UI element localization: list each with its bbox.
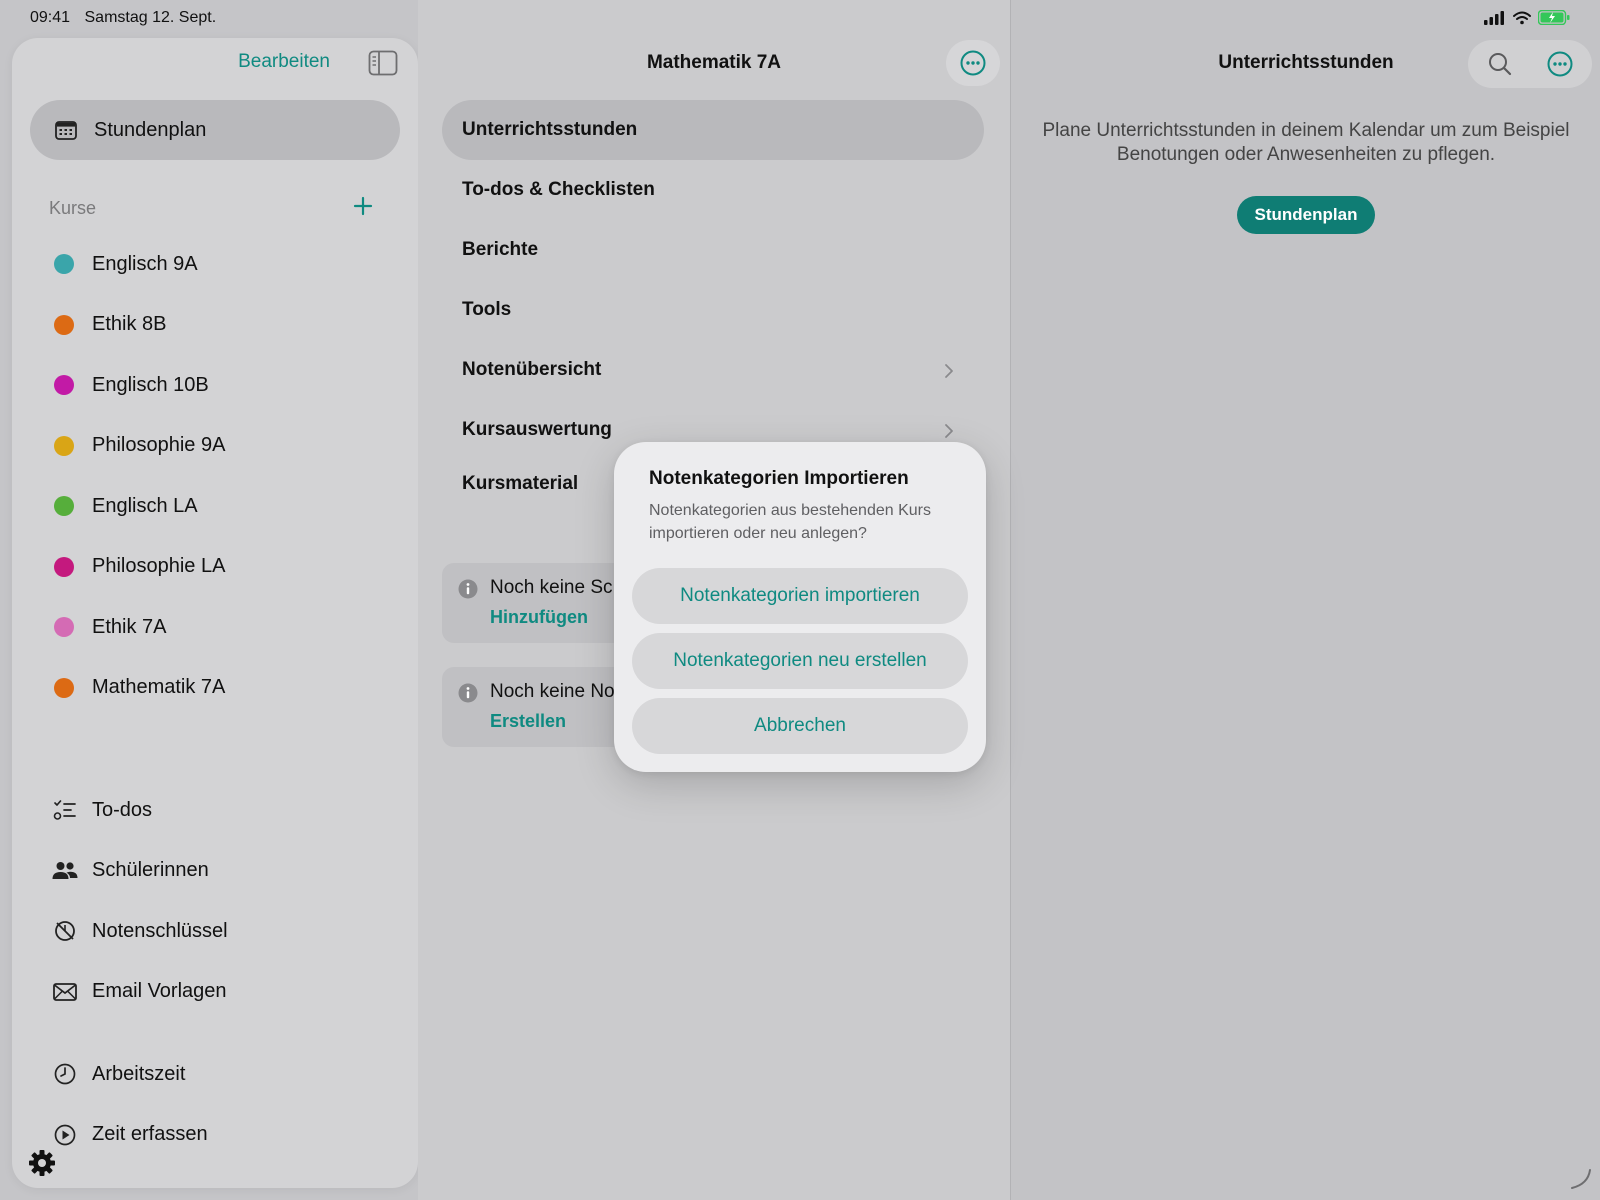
- sidebar-header: Bearbeiten: [12, 38, 418, 88]
- lessons-panel: Unterrichtsstunden Plane Unterrichtsstun…: [1010, 0, 1600, 1200]
- sidebar-item-course[interactable]: Englisch 10B: [12, 355, 418, 416]
- dialog-title: Notenkategorien Importieren: [649, 468, 909, 489]
- course-label: Philosophie LA: [92, 555, 226, 578]
- menu-item-course-material[interactable]: Kursmaterial: [462, 473, 578, 495]
- course-label: Ethik 7A: [92, 615, 167, 638]
- time-tool-list: Arbeitszeit Zeit erfassen: [12, 1044, 418, 1165]
- course-color-dot: [54, 617, 74, 638]
- course-color-dot: [54, 435, 74, 456]
- sidebar: Bearbeiten Stundenplan Kurse Englisch 9A…: [12, 38, 418, 1188]
- schedule-button[interactable]: Stundenplan: [1237, 196, 1375, 234]
- ellipsis-circle-icon[interactable]: [1546, 50, 1574, 78]
- sidebar-item-label: Arbeitszeit: [92, 1062, 186, 1085]
- sidebar-item-label: Email Vorlagen: [92, 980, 227, 1003]
- sidebar-item-course[interactable]: Ethik 7A: [12, 597, 418, 658]
- sidebar-item-track-time[interactable]: Zeit erfassen: [12, 1105, 418, 1166]
- info-icon: [458, 579, 478, 599]
- sidebar-item-course[interactable]: Englisch LA: [12, 476, 418, 537]
- calendar-icon: [55, 121, 77, 140]
- app-root: 09:41 Samstag 12. Sept. Bearbeiten Stund…: [0, 0, 1600, 1200]
- info-text: Noch keine No: [490, 681, 615, 702]
- dialog-message: Notenkategorien aus bestehenden Kurs imp…: [649, 502, 931, 542]
- resize-handle-icon[interactable]: [1568, 1166, 1592, 1190]
- course-color-dot: [54, 677, 74, 698]
- play-circle-icon: [52, 1122, 78, 1148]
- status-left: 09:41 Samstag 12. Sept.: [30, 9, 226, 27]
- menu-item-lessons[interactable]: Unterrichtsstunden: [462, 119, 637, 141]
- panel-actions: [1468, 40, 1592, 88]
- courses-section-label: Kurse: [49, 198, 97, 218]
- course-color-dot: [54, 254, 74, 275]
- chevron-right-icon: [945, 364, 953, 378]
- wifi-icon: [1513, 11, 1531, 24]
- sidebar-item-grade-key[interactable]: Notenschlüssel: [12, 901, 418, 962]
- course-label: Philosophie 9A: [92, 434, 226, 457]
- sidebar-item-label: Notenschlüssel: [92, 919, 228, 942]
- status-right: [1484, 10, 1570, 25]
- clock-icon: [52, 1061, 78, 1087]
- sidebar-item-course[interactable]: Mathematik 7A: [12, 658, 418, 719]
- course-color-dot: [54, 314, 74, 335]
- menu-item-grade-overview[interactable]: Notenübersicht: [462, 359, 601, 381]
- create-link[interactable]: Erstellen: [490, 711, 566, 732]
- course-color-dot: [54, 375, 74, 396]
- empty-state-description: Plane Unterrichtsstunden in deinem Kalen…: [1042, 120, 1570, 165]
- course-color-dot: [54, 556, 74, 577]
- ellipsis-circle-icon: [960, 50, 986, 76]
- sidebar-item-course[interactable]: Philosophie LA: [12, 537, 418, 598]
- gear-icon[interactable]: [27, 1148, 57, 1178]
- course-list: Englisch 9A Ethik 8B Englisch 10B Philos…: [12, 234, 418, 718]
- envelope-icon: [52, 979, 78, 1005]
- page-title: Mathematik 7A: [646, 52, 782, 73]
- create-categories-button[interactable]: Notenkategorien neu erstellen: [632, 633, 968, 689]
- course-label: Mathematik 7A: [92, 676, 226, 699]
- people-icon: [52, 858, 78, 884]
- sidebar-toggle-icon[interactable]: [368, 50, 398, 76]
- course-label: Englisch 10B: [92, 373, 209, 396]
- cancel-button[interactable]: Abbrechen: [632, 698, 968, 754]
- sidebar-item-stundenplan[interactable]: Stundenplan: [30, 100, 400, 160]
- battery-charging-icon: [1538, 10, 1570, 25]
- sidebar-item-course[interactable]: Philosophie 9A: [12, 416, 418, 477]
- checklist-icon: [52, 797, 78, 823]
- sidebar-item-work-time[interactable]: Arbeitszeit: [12, 1044, 418, 1105]
- cellular-signal-icon: [1484, 10, 1504, 25]
- sidebar-item-email-templates[interactable]: Email Vorlagen: [12, 962, 418, 1023]
- more-options-button[interactable]: [946, 40, 1000, 86]
- sidebar-item-course[interactable]: Ethik 8B: [12, 295, 418, 356]
- grade-key-icon: [52, 918, 78, 944]
- sidebar-item-students[interactable]: Schülerinnen: [12, 841, 418, 902]
- import-grade-categories-dialog: Notenkategorien Importieren Notenkategor…: [614, 442, 986, 772]
- info-text: Noch keine Sc: [490, 577, 613, 598]
- menu-item-todos-checklists[interactable]: To-dos & Checklisten: [462, 179, 655, 201]
- search-icon[interactable]: [1486, 50, 1514, 78]
- tool-list: To-dos Schülerinnen Notenschlüssel Email…: [12, 780, 418, 1022]
- import-categories-button[interactable]: Notenkategorien importieren: [632, 568, 968, 624]
- sidebar-item-label: Zeit erfassen: [92, 1123, 208, 1146]
- sidebar-item-todos[interactable]: To-dos: [12, 780, 418, 841]
- status-bar: 09:41 Samstag 12. Sept.: [0, 0, 1600, 36]
- status-time: 09:41: [30, 9, 71, 26]
- sidebar-item-label: Stundenplan: [94, 118, 207, 141]
- status-date: Samstag 12. Sept.: [84, 9, 217, 26]
- plus-icon[interactable]: [351, 194, 375, 218]
- chevron-right-icon: [945, 424, 953, 438]
- course-color-dot: [54, 496, 74, 517]
- menu-item-reports[interactable]: Berichte: [462, 239, 538, 261]
- edit-button[interactable]: Bearbeiten: [238, 51, 330, 73]
- course-label: Englisch LA: [92, 494, 198, 517]
- sidebar-item-label: Schülerinnen: [92, 859, 209, 882]
- menu-item-course-evaluation[interactable]: Kursauswertung: [462, 419, 612, 441]
- course-label: Ethik 8B: [92, 313, 167, 336]
- add-link[interactable]: Hinzufügen: [490, 607, 588, 628]
- sidebar-item-label: To-dos: [92, 798, 153, 821]
- course-label: Englisch 9A: [92, 252, 198, 275]
- info-icon: [458, 683, 478, 703]
- sidebar-item-course[interactable]: Englisch 9A: [12, 234, 418, 295]
- menu-item-tools[interactable]: Tools: [462, 299, 511, 321]
